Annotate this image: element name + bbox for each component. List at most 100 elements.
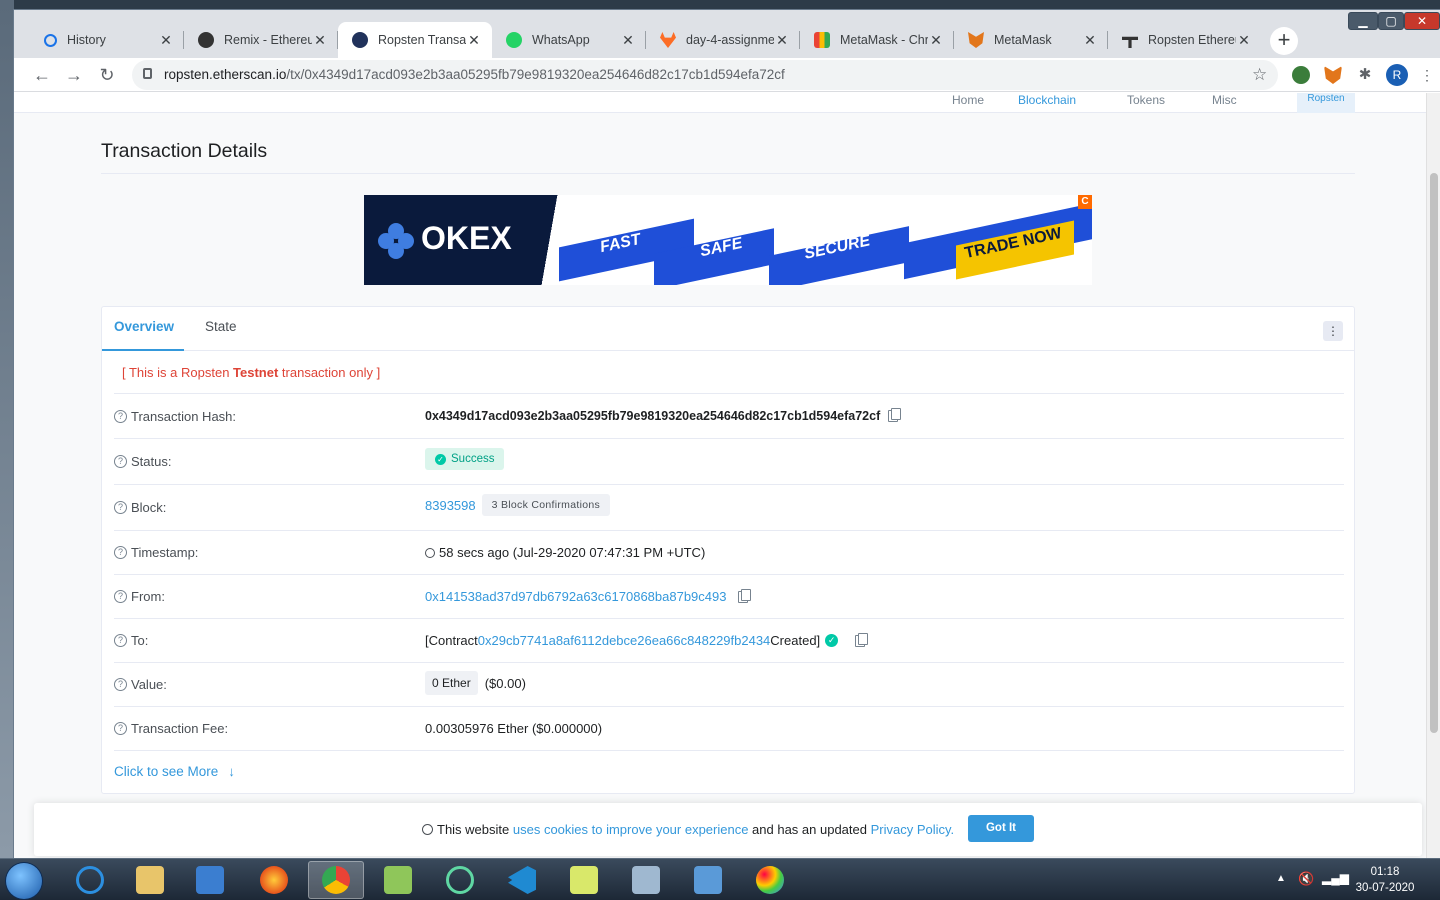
tab-overview[interactable]: Overview [114,319,174,334]
tab-webstore[interactable]: MetaMask - Chro ✕ [800,22,954,58]
card-menu-button[interactable]: ⋮ [1323,321,1343,341]
address-bar[interactable]: ropsten.etherscan.io/tx/0x4349d17acd093e… [132,60,1278,90]
faucet-icon [1122,36,1138,48]
gitlab-icon [660,32,676,48]
start-button[interactable] [6,863,42,899]
help-icon[interactable]: ? [114,722,127,735]
network-badge[interactable]: Ropsten [1297,93,1355,113]
bookmark-star-icon[interactable]: ☆ [1252,65,1267,85]
forward-button[interactable]: → [62,63,86,87]
snipping-tool-icon [632,866,660,894]
reload-button[interactable]: ↻ [95,63,119,87]
taskbar-paint[interactable] [742,861,798,899]
extensions-puzzle-icon[interactable]: ✱ [1356,66,1374,84]
tab-whatsapp[interactable]: WhatsApp ✕ [492,22,646,58]
close-icon[interactable]: ✕ [1236,32,1252,49]
scrollbar-thumb[interactable] [1430,173,1438,733]
tab-state[interactable]: State [205,319,237,334]
close-icon[interactable]: ✕ [928,32,944,49]
extension-globe-icon[interactable] [1292,66,1310,84]
close-icon[interactable]: ✕ [1082,32,1098,49]
to-suffix: Created] [770,633,821,648]
help-icon[interactable]: ? [114,546,127,559]
clock[interactable]: 01:18 30-07-2020 [1350,864,1420,896]
network-signal-icon[interactable]: ▂▄▆ [1322,871,1349,885]
nav-blockchain[interactable]: Blockchain [1018,93,1076,107]
url-text: ropsten.etherscan.io/tx/0x4349d17acd093e… [164,67,785,82]
okex-banner-ad[interactable]: OKEX FAST SAFE SECURE TRADE NOW C [364,195,1092,285]
window-close-button[interactable]: ✕ [1404,12,1440,30]
confirmations-badge: 3 Block Confirmations [481,494,611,516]
row-label: ? Transaction Hash: [114,409,236,424]
taskbar-snipping[interactable] [618,861,674,899]
privacy-policy-link[interactable]: Privacy Policy. [871,822,955,837]
copy-icon[interactable] [738,588,752,603]
contract-address-link[interactable]: 0x29cb7741a8af6112debce26ea66c848229fb24… [478,633,771,648]
ad-badge[interactable]: C [1078,195,1092,209]
metamask-extension-icon[interactable] [1324,66,1342,84]
from-address-link[interactable]: 0x141538ad37d97db6792a63c6170868ba87b9c4… [425,589,726,604]
close-icon[interactable]: ✕ [620,32,636,49]
nav-tokens[interactable]: Tokens [1127,93,1165,107]
tab-label: Remix - Ethereum [224,33,312,47]
taskbar-atom[interactable] [432,861,488,899]
help-icon[interactable]: ? [114,455,127,468]
taskbar-chrome[interactable] [308,861,364,899]
browser-menu-icon[interactable]: ⋮ [1418,66,1436,84]
tab-history[interactable]: History ✕ [30,22,184,58]
label-text: Status: [131,454,172,469]
close-icon[interactable]: ✕ [158,32,174,49]
tab-gitlab[interactable]: day-4-assignmen ✕ [646,22,800,58]
help-icon[interactable]: ? [114,590,127,603]
firefox-icon [260,866,288,894]
tab-label: Ropsten Transact [378,33,466,47]
help-icon[interactable]: ? [114,501,127,514]
got-it-button[interactable]: Got It [968,815,1034,842]
close-icon[interactable]: ✕ [774,32,790,49]
taskbar-firefox[interactable] [246,861,302,899]
tab-label: MetaMask - Chro [840,33,928,47]
row-value: 0.00305976 Ether ($0.000000) [425,721,602,736]
taskbar-explorer[interactable] [122,861,178,899]
speaker-muted-icon[interactable]: 🔇 [1298,871,1314,887]
tab-ropsten-faucet[interactable]: Ropsten Ethereu ✕ [1108,22,1262,58]
profile-avatar[interactable]: R [1386,64,1408,86]
tab-remix[interactable]: Remix - Ethereum ✕ [184,22,338,58]
taskbar-notepad[interactable] [370,861,426,899]
see-more-link[interactable]: Click to see More ↓ [114,764,235,779]
copy-icon[interactable] [855,632,869,647]
minimize-button[interactable]: ▁ [1348,12,1378,30]
url-host: ropsten.etherscan.io [164,67,287,82]
tray-expand-icon[interactable]: ▲ [1276,873,1286,884]
scrollbar[interactable] [1426,93,1440,858]
taskbar-media[interactable] [182,861,238,899]
maximize-button[interactable]: ▢ [1378,12,1404,30]
cookie-policy-link[interactable]: uses cookies to improve your experience [513,822,749,837]
label-text: Value: [131,677,167,692]
nav-home[interactable]: Home [952,93,984,107]
nav-misc[interactable]: Misc [1212,93,1237,107]
taskbar-photos[interactable] [680,861,736,899]
close-icon[interactable]: ✕ [466,32,482,49]
label-text: To: [131,633,149,648]
taskbar-vscode[interactable] [494,861,550,899]
label-text: Block: [131,500,167,515]
row-value: 8393598 3 Block Confirmations [425,494,611,516]
tab-metamask[interactable]: MetaMask ✕ [954,22,1108,58]
status-text: Success [451,453,495,465]
back-button[interactable]: ← [30,63,54,87]
cookie-icon [422,824,433,835]
help-icon[interactable]: ? [114,678,127,691]
copy-icon[interactable] [888,408,902,422]
block-number-link[interactable]: 8393598 [425,498,476,513]
cookie-text-2: and has an updated [748,822,871,837]
new-tab-button[interactable]: + [1270,27,1298,55]
taskbar-sticky[interactable] [556,861,612,899]
browser-window: History ✕ Remix - Ethereum ✕ Ropsten Tra… [14,10,1440,858]
row-value: 0x4349d17acd093e2b3aa05295fb79e9819320ea… [425,408,902,423]
close-icon[interactable]: ✕ [312,32,328,49]
tab-ropsten-transaction[interactable]: Ropsten Transact ✕ [338,22,492,58]
taskbar-ie[interactable] [62,861,118,899]
help-icon[interactable]: ? [114,410,127,423]
help-icon[interactable]: ? [114,634,127,647]
